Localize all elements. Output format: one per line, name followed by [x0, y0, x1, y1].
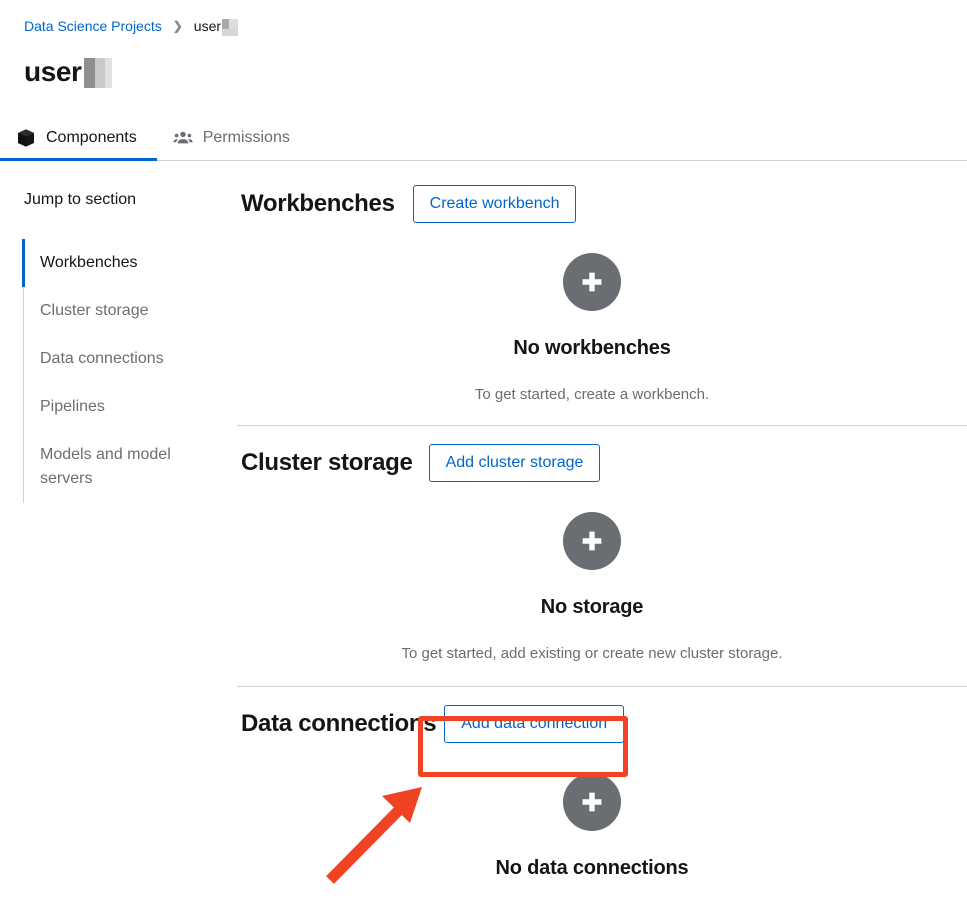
cube-icon [16, 128, 36, 148]
add-cluster-storage-button[interactable]: Add cluster storage [428, 444, 601, 482]
empty-state-title: No workbenches [513, 337, 671, 359]
page-body: Jump to section Workbenches Cluster stor… [0, 161, 967, 923]
empty-state-body: To get started, create a workbench. [474, 386, 710, 403]
sidebar-item-label: Workbenches [40, 254, 138, 271]
page-title: user [24, 55, 112, 89]
breadcrumb: Data Science Projects ❯ user [24, 16, 239, 36]
section-title-data-connections: Data connections [241, 710, 437, 737]
project-details-page: Data Science Projects ❯ user user Compon… [0, 0, 967, 923]
sidebar-item-label: Data connections [40, 350, 164, 367]
jump-to-section-title: Jump to section [24, 191, 137, 208]
section-title-cluster-storage: Cluster storage [241, 449, 413, 476]
empty-state-workbenches: No workbenches To get started, create a … [241, 223, 943, 425]
section-header-workbenches: Workbenches Create workbench [241, 185, 943, 223]
section-header-cluster-storage: Cluster storage Add cluster storage [241, 444, 943, 482]
sidebar-item-models-and-model-servers[interactable]: Models and model servers [24, 431, 237, 503]
empty-state-data-connections: No data connections [241, 743, 943, 923]
add-data-connection-button[interactable]: Add data connection [444, 705, 625, 743]
empty-state-body: To get started, add existing or create n… [401, 645, 783, 662]
breadcrumb-link-data-science-projects[interactable]: Data Science Projects [24, 16, 162, 36]
plus-circle-icon [563, 773, 621, 831]
empty-state-title: No data connections [495, 857, 689, 879]
section-data-connections: Data connections Add data connection No … [237, 686, 967, 923]
tab-components-label: Components [46, 129, 137, 146]
sidebar-item-label: Cluster storage [40, 302, 149, 319]
create-workbench-button[interactable]: Create workbench [412, 185, 577, 223]
tab-permissions-label: Permissions [202, 129, 290, 146]
chevron-right-icon: ❯ [172, 19, 183, 33]
page-title-text: user [24, 56, 82, 87]
sidebar-item-data-connections[interactable]: Data connections [24, 335, 237, 383]
sidebar-item-cluster-storage[interactable]: Cluster storage [24, 287, 237, 335]
section-cluster-storage: Cluster storage Add cluster storage No s… [237, 425, 967, 686]
redacted-text-block [222, 18, 239, 36]
empty-state-title: No storage [540, 596, 644, 618]
redacted-title-block [83, 58, 112, 88]
tab-bar: Components Permissions [0, 116, 967, 161]
components-content: Workbenches Create workbench No workbenc… [237, 161, 967, 923]
plus-circle-icon [563, 253, 621, 311]
users-icon [173, 128, 193, 148]
tab-components[interactable]: Components [0, 116, 157, 161]
section-workbenches: Workbenches Create workbench No workbenc… [237, 185, 967, 425]
plus-circle-icon [563, 512, 621, 570]
breadcrumb-current-label: user [193, 18, 222, 34]
empty-state-cluster-storage: No storage To get started, add existing … [241, 482, 943, 686]
tab-permissions[interactable]: Permissions [157, 116, 310, 160]
sidebar-item-pipelines[interactable]: Pipelines [24, 383, 237, 431]
sidebar-item-label: Models and model servers [40, 446, 171, 487]
sidebar-item-workbenches[interactable]: Workbenches [22, 239, 237, 287]
jump-to-section-list: Workbenches Cluster storage Data connect… [22, 239, 237, 503]
section-header-data-connections: Data connections Add data connection [241, 705, 943, 743]
jump-to-section-nav: Jump to section Workbenches Cluster stor… [0, 161, 237, 923]
section-title-workbenches: Workbenches [241, 190, 395, 217]
sidebar-item-label: Pipelines [40, 398, 105, 415]
breadcrumb-current-item: user [193, 16, 239, 36]
